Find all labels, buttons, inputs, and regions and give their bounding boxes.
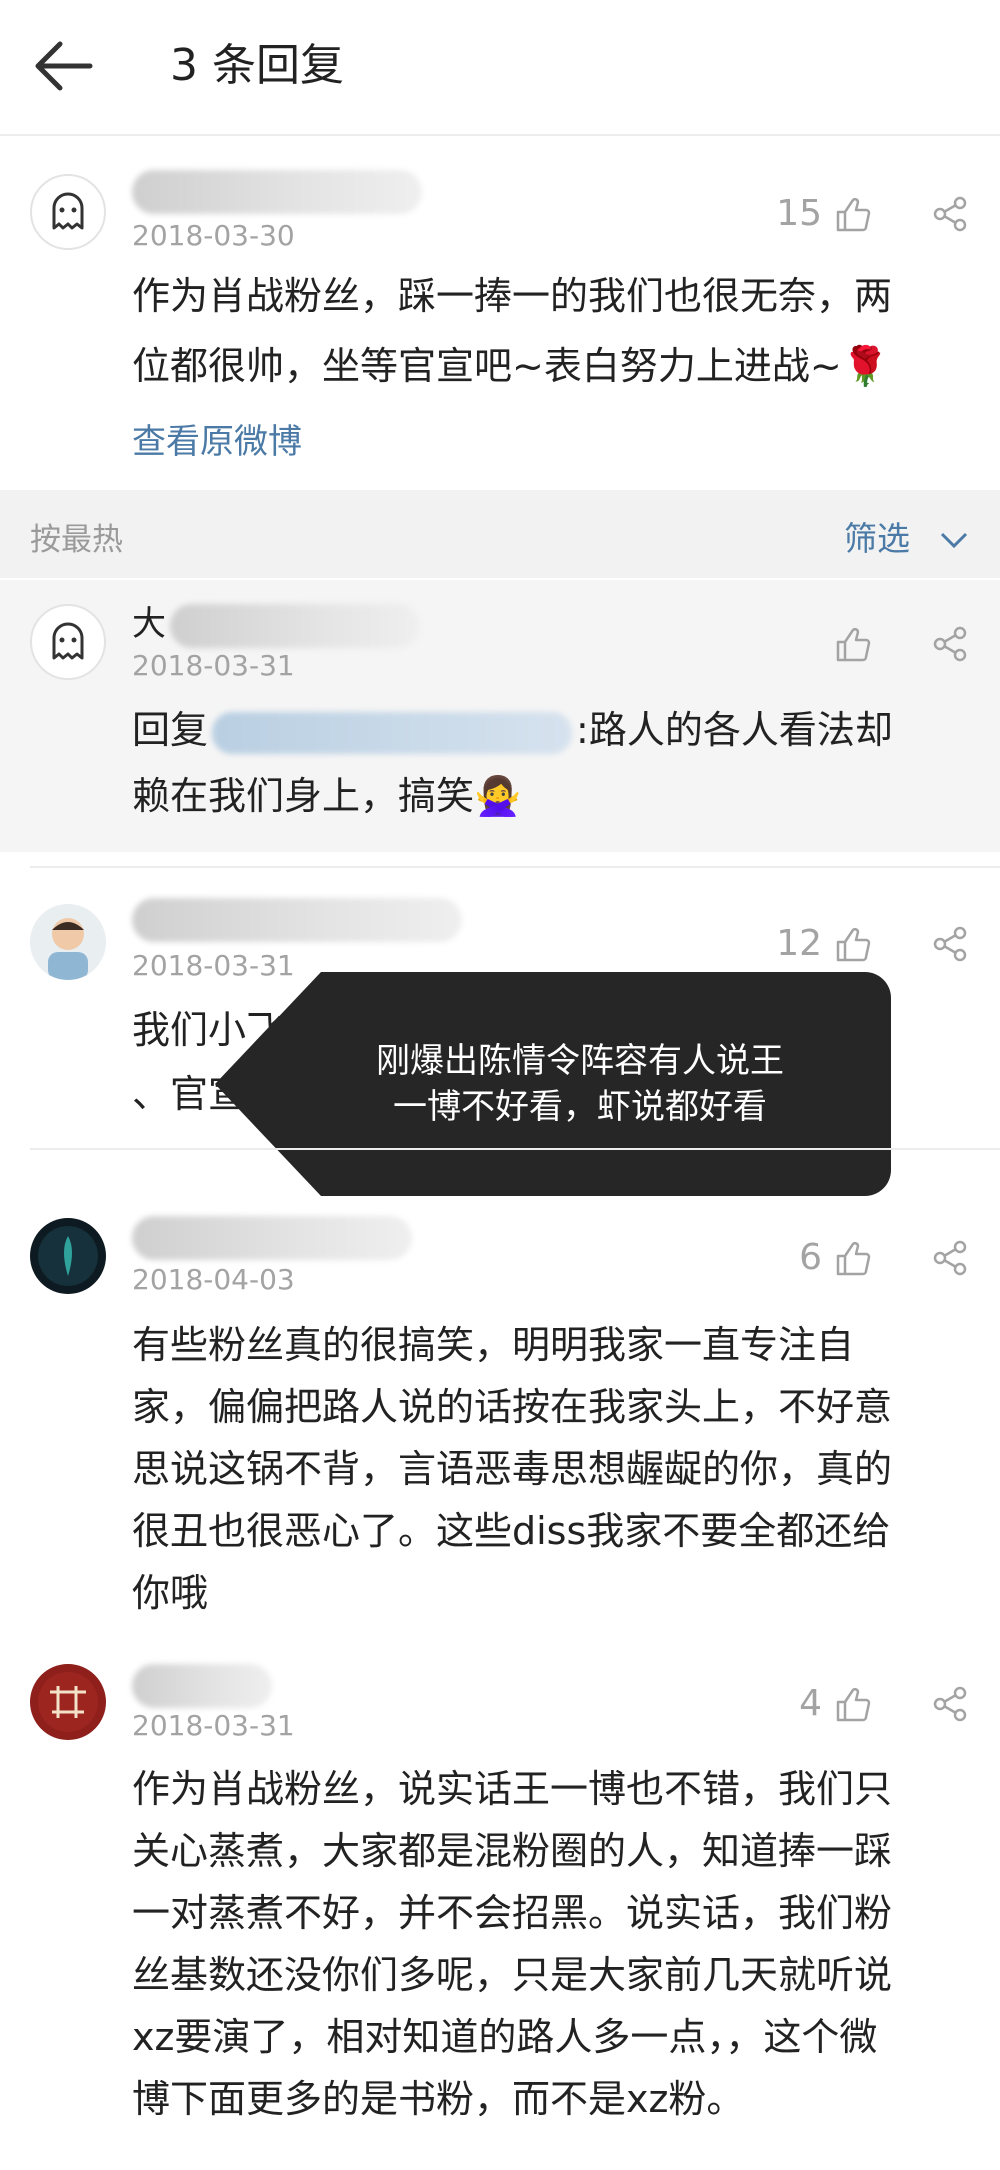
tooltip-text: 刚爆出陈情令阵容有人说王 一博不好看，虾说都好看 — [320, 1038, 840, 1130]
like-count: 6 — [799, 1237, 822, 1278]
thumbs-up-icon[interactable] — [832, 624, 872, 664]
comment-text: 回复 :路人的各人看法却 — [132, 702, 893, 758]
child-photo-icon — [48, 918, 88, 980]
comment-date: 2018-03-31 — [132, 1709, 295, 1742]
red-logo-icon — [38, 1672, 98, 1732]
comment-date: 2018-03-31 — [132, 649, 295, 682]
username-blurred[interactable] — [132, 1216, 412, 1260]
comment-text-line: 有些粉丝真的很搞笑，明明我家一直专注自 — [132, 1323, 855, 1367]
comment-date: 2018-04-03 — [132, 1263, 295, 1296]
thumbs-up-icon[interactable] — [832, 1684, 872, 1724]
share-icon[interactable] — [930, 624, 970, 664]
sort-hot-label[interactable]: 按最热 — [30, 514, 123, 559]
top-bar — [0, 0, 1000, 136]
username-blurred[interactable] — [132, 898, 462, 942]
like-count: 15 — [776, 193, 822, 234]
back-arrow-icon[interactable] — [30, 36, 100, 96]
rose-emoji: 🌹 — [841, 344, 890, 388]
chevron-down-icon — [940, 532, 967, 549]
thumbs-up-icon[interactable] — [832, 194, 872, 234]
thumbs-up-icon[interactable] — [832, 1238, 872, 1278]
comment-text-line: 你哦 — [132, 1571, 209, 1615]
username-blurred[interactable] — [132, 170, 422, 214]
avatar[interactable] — [30, 1218, 106, 1294]
like-count: 12 — [776, 923, 822, 964]
avatar[interactable] — [30, 604, 106, 680]
comment-text-line: xz要演了，相对知道的路人多一点，，这个微 — [132, 2015, 878, 2059]
page-title: 3 条回复 — [170, 40, 344, 91]
comment-date: 2018-03-30 — [132, 219, 295, 252]
comment-body: 有些粉丝真的很搞笑，明明我家一直专注自 家，偏偏把路人说的话按在我家头上，不好意… — [132, 1314, 892, 1624]
facepalm-emoji: 🙅‍♀️ — [474, 774, 522, 818]
comment-text-line: 赖在我们身上，搞笑 — [132, 774, 475, 818]
avatar[interactable] — [30, 904, 106, 980]
comment-text-line: :路人的各人看法却 — [576, 708, 893, 752]
tooltip-line: 刚爆出陈情令阵容有人说王 — [376, 1041, 784, 1081]
comment-text-line: 很丑也很恶心了。这些diss我家不要全都还给 — [132, 1509, 891, 1553]
avatar[interactable] — [30, 1664, 106, 1740]
dark-photo-icon — [38, 1226, 98, 1286]
ghost-avatar-icon — [52, 622, 84, 660]
thumbs-up-icon[interactable] — [832, 924, 872, 964]
username-blurred[interactable] — [132, 1664, 272, 1708]
avatar[interactable] — [30, 174, 106, 250]
filter-label: 筛选 — [844, 519, 910, 558]
comment-body: 作为肖战粉丝，说实话王一博也不错，我们只 关心蒸煮，大家都是混粉圈的人，知道捧一… — [132, 1758, 892, 2130]
comment-text-line: 家，偏偏把路人说的话按在我家头上，不好意 — [132, 1385, 893, 1429]
username-blurred[interactable] — [170, 604, 420, 648]
comment-text-line: 丝基数还没你们多呢，只是大家前几天就听说 — [132, 1953, 893, 1997]
comment-text: 赖在我们身上，搞笑🙅‍♀️ — [132, 768, 521, 824]
comment-text-line: 一对蒸煮不好，并不会招黑。说实话，我们粉 — [132, 1891, 893, 1935]
filter-button[interactable]: 筛选 — [844, 512, 969, 560]
view-original-link[interactable]: 查看原微博 — [132, 414, 302, 463]
comment-text: 位都很帅，坐等官宣吧~表白努力上进战~🌹 — [132, 338, 889, 394]
comment-text-line: 作为肖战粉丝，说实话王一博也不错，我们只 — [132, 1767, 893, 1811]
comment-text-line: 博下面更多的是书粉，而不是xz粉。 — [132, 2077, 745, 2121]
comment-text: 作为肖战粉丝，踩一捧一的我们也很无奈，两 — [132, 274, 893, 318]
like-count: 4 — [799, 1683, 822, 1724]
share-icon[interactable] — [930, 1238, 970, 1278]
comment-text-line: 关心蒸煮，大家都是混粉圈的人，知道捧一踩 — [132, 1829, 893, 1873]
share-icon[interactable] — [930, 924, 970, 964]
comment-text-line: 位都很帅，坐等官宣吧~表白努力上进战~ — [132, 344, 842, 388]
divider — [30, 1148, 1000, 1150]
reply-prefix: 回复 — [132, 708, 209, 752]
username-visible[interactable]: 大 — [132, 602, 166, 646]
divider — [30, 866, 1000, 868]
mention-blurred[interactable] — [212, 711, 573, 754]
share-icon[interactable] — [930, 194, 970, 234]
comment-text-line: 思说这锅不背，言语恶毒思想龌龊的你，真的 — [132, 1447, 893, 1491]
ghost-avatar-icon — [52, 192, 84, 230]
tooltip-line: 一博不好看，虾说都好看 — [393, 1087, 767, 1127]
share-icon[interactable] — [930, 1684, 970, 1724]
